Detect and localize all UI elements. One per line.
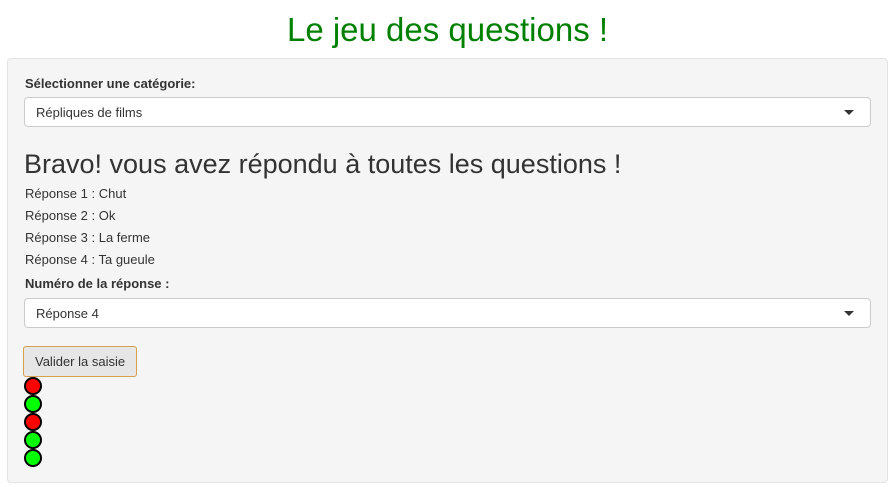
chevron-down-icon: [844, 311, 854, 316]
category-select-value: Répliques de films: [36, 105, 143, 120]
answer-line-4: Réponse 4 : Ta gueule: [25, 252, 155, 267]
validate-button[interactable]: Valider la saisie: [23, 346, 138, 377]
result-dot-2: [24, 395, 42, 413]
result-dot-5: [24, 449, 42, 467]
answer-number-label: Numéro de la réponse :: [25, 276, 170, 291]
answer-number-select[interactable]: Réponse 4: [24, 298, 871, 328]
answer-line-3: Réponse 3 : La ferme: [25, 230, 151, 245]
completion-message: Bravo! vous avez répondu à toutes les qu…: [24, 149, 622, 179]
page-title: Le jeu des questions !: [286, 11, 609, 48]
result-dot-3: [24, 413, 42, 431]
answer-line-1: Réponse 1 : Chut: [25, 186, 127, 201]
result-dots: [24, 377, 44, 467]
answer-number-select-value: Réponse 4: [36, 306, 99, 321]
result-dot-4: [24, 431, 42, 449]
answer-line-2: Réponse 2 : Ok: [25, 208, 116, 223]
main-panel: Sélectionner une catégorie: Répliques de…: [7, 58, 888, 483]
result-dot-1: [24, 377, 42, 395]
chevron-down-icon: [844, 110, 854, 115]
category-label: Sélectionner une catégorie:: [25, 76, 196, 91]
category-select[interactable]: Répliques de films: [24, 97, 871, 127]
